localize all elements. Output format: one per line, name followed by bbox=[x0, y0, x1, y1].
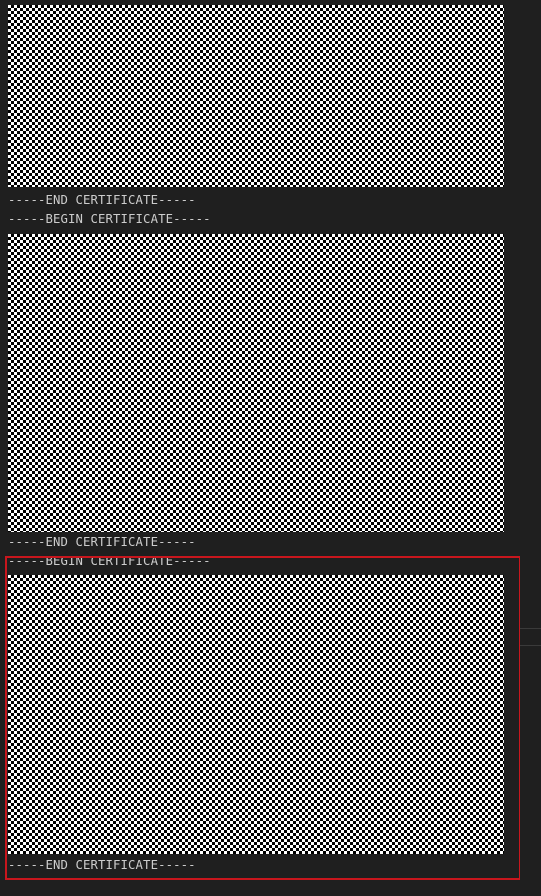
end-certificate-line-3[interactable]: -----END CERTIFICATE----- bbox=[8, 856, 196, 875]
redacted-certificate-body-1 bbox=[8, 5, 504, 187]
begin-certificate-line-3[interactable]: -----BEGIN CERTIFICATE----- bbox=[8, 552, 211, 571]
redacted-certificate-body-3 bbox=[8, 575, 504, 854]
end-certificate-line-2[interactable]: -----END CERTIFICATE----- bbox=[8, 533, 196, 552]
code-editor[interactable]: -----END CERTIFICATE----- -----BEGIN CER… bbox=[0, 0, 541, 896]
vertical-scrollbar[interactable] bbox=[520, 0, 541, 896]
begin-certificate-line-2[interactable]: -----BEGIN CERTIFICATE----- bbox=[8, 210, 211, 229]
redacted-certificate-body-2 bbox=[8, 234, 504, 532]
scrollbar-marker bbox=[520, 645, 541, 646]
scrollbar-marker bbox=[520, 628, 541, 629]
end-certificate-line-1[interactable]: -----END CERTIFICATE----- bbox=[8, 191, 196, 210]
